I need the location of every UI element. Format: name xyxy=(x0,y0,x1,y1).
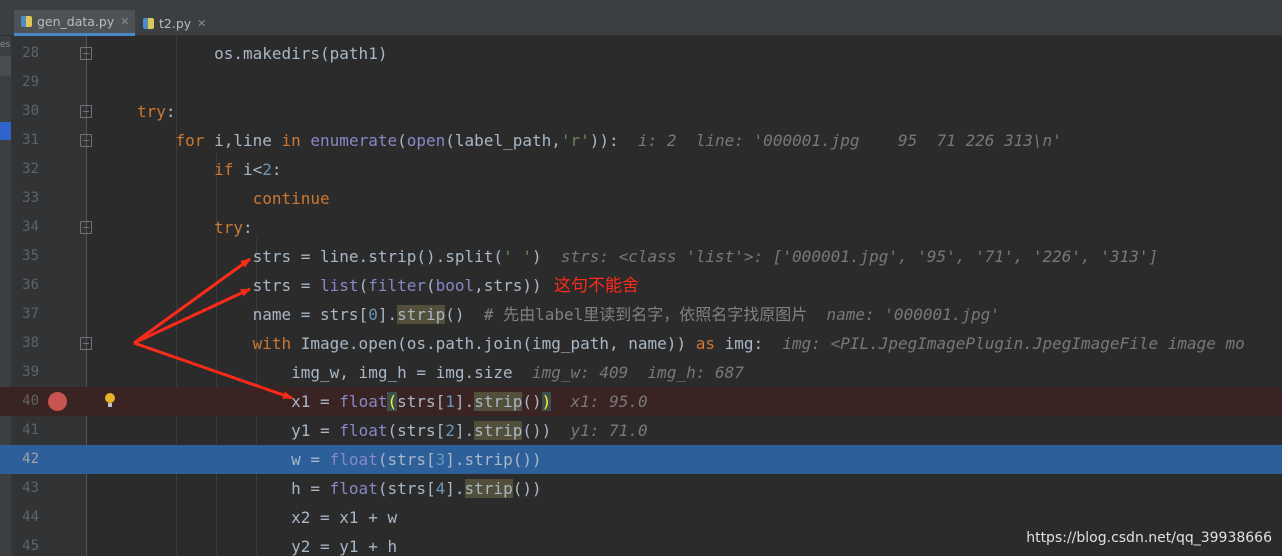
arrow-to-line-36 xyxy=(133,287,251,345)
watermark: https://blog.csdn.net/qq_39938666 xyxy=(1026,530,1272,546)
arrow-to-line-35 xyxy=(133,257,251,345)
arrow-to-line-40 xyxy=(133,341,293,400)
annotation-arrows xyxy=(133,257,293,400)
